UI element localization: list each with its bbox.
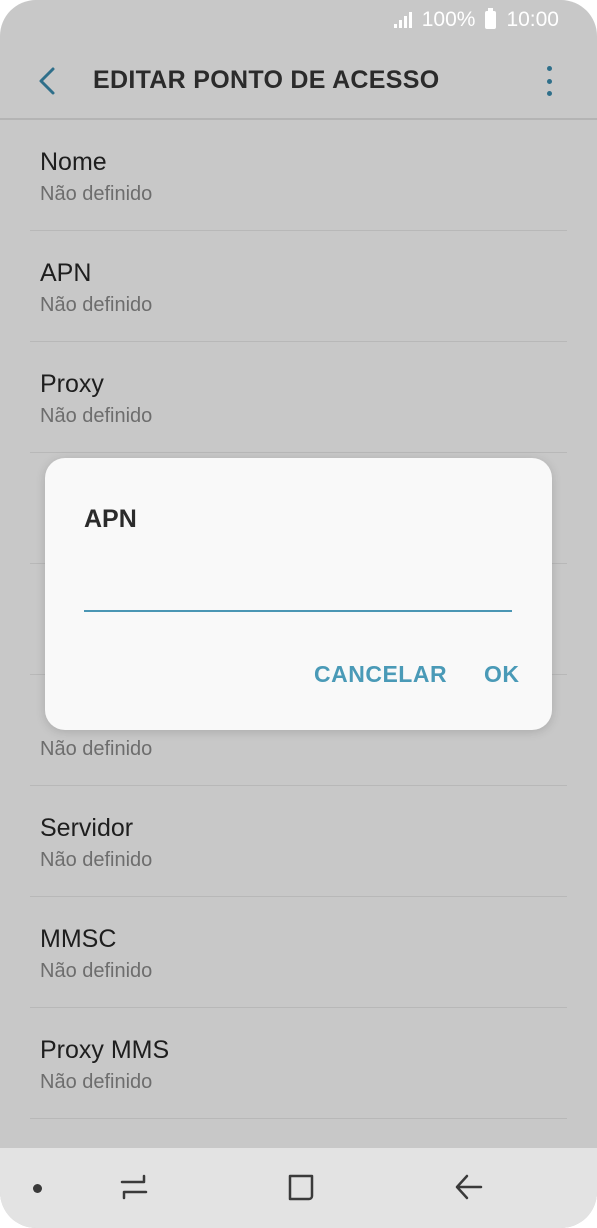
list-item-value: Não definido [40,738,153,760]
dialog-title: APN [84,505,137,533]
list-item-value: Não definido [40,183,153,205]
home-icon[interactable] [286,1170,316,1204]
list-item-label: Proxy [40,370,104,398]
ok-button[interactable]: OK [484,661,520,688]
list-item-value: Não definido [40,1071,153,1093]
list-item-proxy[interactable]: Proxy Não definido [30,342,567,453]
list-item-label: Servidor [40,814,134,842]
list-item-label: Nome [40,148,107,176]
signal-icon [393,12,412,28]
list-item-value: Não definido [40,849,153,871]
app-bar: EDITAR PONTO DE ACESSO [0,44,597,118]
recent-apps-icon[interactable] [118,1170,150,1204]
navigation-bar [0,1148,597,1228]
battery-icon [485,8,497,29]
list-item-label: MMSC [40,925,117,953]
back-arrow-icon[interactable] [453,1170,485,1204]
status-bar: 100% 10:00 [0,0,597,40]
more-vertical-icon[interactable] [545,66,553,96]
cancel-button[interactable]: CANCELAR [314,661,447,688]
list-item-nome[interactable]: Nome Não definido [30,120,567,231]
apn-edit-dialog: APN CANCELAR OK [45,458,552,730]
nav-indicator-dot [33,1184,42,1193]
list-item-value: Não definido [40,294,153,316]
battery-percent: 100% [421,8,476,31]
list-item-apn[interactable]: APN Não definido [30,231,567,342]
list-item-mmsc[interactable]: MMSC Não definido [30,897,567,1008]
list-item-label: APN [40,259,92,287]
list-item-value: Não definido [40,960,153,982]
list-item-value: Não definido [40,405,153,427]
page-title: EDITAR PONTO DE ACESSO [93,66,440,94]
list-item-servidor[interactable]: Servidor Não definido [30,786,567,897]
phone-screen: 100% 10:00 EDITAR PONTO DE ACESSO Nome N… [0,0,597,1228]
chevron-left-icon[interactable] [34,66,60,96]
list-item-label: Proxy MMS [40,1036,170,1064]
status-time: 10:00 [506,8,559,31]
apn-input[interactable] [84,576,512,612]
list-item-proxy-mms[interactable]: Proxy MMS Não definido [30,1008,567,1119]
